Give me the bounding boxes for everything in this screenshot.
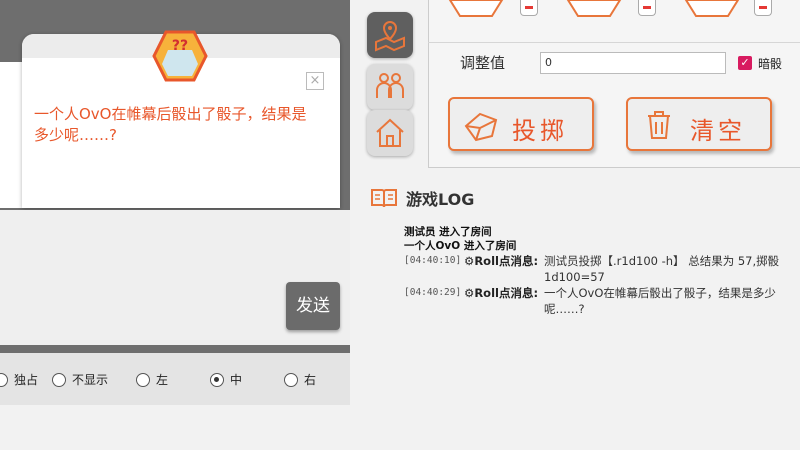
dice-toggle[interactable] <box>520 0 538 16</box>
radio-dot-selected <box>210 372 224 387</box>
radio-option-left[interactable]: 左 <box>136 371 168 388</box>
radio-label: 不显示 <box>72 373 109 387</box>
log-text: 一个人OvO在帷幕后骰出了骰子，结果是多少呢……? <box>544 286 776 316</box>
log-type-label: Roll点消息: <box>474 286 539 300</box>
display-options: 独占 不显示 左 中 右 <box>0 353 350 405</box>
game-log-header: 游戏LOG <box>370 186 474 210</box>
players-button[interactable] <box>367 64 413 110</box>
log-system-line: 测试员 进入了房间 <box>404 226 492 238</box>
radio-dot <box>136 372 150 387</box>
dice-hex-icon[interactable] <box>566 0 622 18</box>
send-button[interactable]: 发送 <box>286 282 340 330</box>
log-timestamp: [04:40:29] <box>404 287 462 298</box>
radio-dot <box>284 372 298 387</box>
log-system-line: 一个人OvO 进入了房间 <box>404 240 517 252</box>
log-entry: [04:40:10] ⚙Roll点消息: 测试员投掷【.r1d100 -h】 总… <box>404 253 794 287</box>
radio-dot <box>0 372 8 387</box>
dark-roll-checkbox[interactable]: ✓ <box>738 56 752 70</box>
house-icon <box>376 118 404 147</box>
adjust-label: 调整值 <box>460 54 506 72</box>
radio-label: 中 <box>230 373 243 387</box>
radio-dot <box>52 372 66 387</box>
dice-icon <box>464 112 498 142</box>
players-icon <box>376 73 404 98</box>
log-timestamp: [04:40:10] <box>404 255 462 266</box>
log-entry: [04:40:29] ⚙Roll点消息: 一个人OvO在帷幕后骰出了骰子，结果是… <box>404 285 794 319</box>
dice-hex-icon: ?? <box>152 30 208 82</box>
popup-message: 一个人OvO在帷幕后骰出了骰子，结果是多少呢……? <box>34 105 307 144</box>
game-log-title: 游戏LOG <box>406 190 475 209</box>
log-type: ⚙Roll点消息: <box>464 285 538 301</box>
log-text: 测试员投掷【.r1d100 -h】 总结果为 57,掷骰1d100=57 <box>544 254 780 284</box>
radio-label: 右 <box>304 373 317 387</box>
clear-label: 清空 <box>690 117 746 145</box>
dice-toggle[interactable] <box>754 0 772 16</box>
trash-icon <box>648 111 670 139</box>
radio-label: 独占 <box>14 373 39 387</box>
adjust-value-input[interactable]: 0 <box>540 52 726 74</box>
radio-option-center[interactable]: 中 <box>210 371 242 388</box>
location-map-icon <box>375 20 405 52</box>
close-icon[interactable]: × <box>306 72 324 90</box>
divider <box>428 42 800 43</box>
roll-button[interactable]: 投掷 <box>448 97 594 151</box>
house-button[interactable] <box>367 110 413 156</box>
radio-option-right[interactable]: 右 <box>284 371 316 388</box>
dice-toggle[interactable] <box>638 0 656 16</box>
badge-text: ?? <box>172 38 188 54</box>
divider-bar <box>0 345 350 353</box>
dice-icon: ⚙ <box>464 286 475 300</box>
roll-label: 投掷 <box>512 117 568 145</box>
radio-option-exclusive[interactable]: 独占 <box>0 371 38 388</box>
radio-label: 左 <box>156 373 169 387</box>
dice-hex-icon[interactable] <box>448 0 504 18</box>
log-type: ⚙Roll点消息: <box>464 253 538 269</box>
map-location-button[interactable] <box>367 12 413 58</box>
dark-roll-label: 暗骰 <box>758 57 783 71</box>
dice-icon: ⚙ <box>464 254 475 268</box>
book-icon <box>371 189 397 208</box>
left-pane: × 一个人OvO在帷幕后骰出了骰子，结果是多少呢……? ?? 发送 独占 不显示… <box>0 0 350 405</box>
backdrop-strip <box>0 62 22 208</box>
clear-button[interactable]: 清空 <box>626 97 772 151</box>
radio-option-hidden[interactable]: 不显示 <box>52 371 108 388</box>
dice-hex-icon[interactable] <box>684 0 740 18</box>
log-type-label: Roll点消息: <box>474 254 539 268</box>
